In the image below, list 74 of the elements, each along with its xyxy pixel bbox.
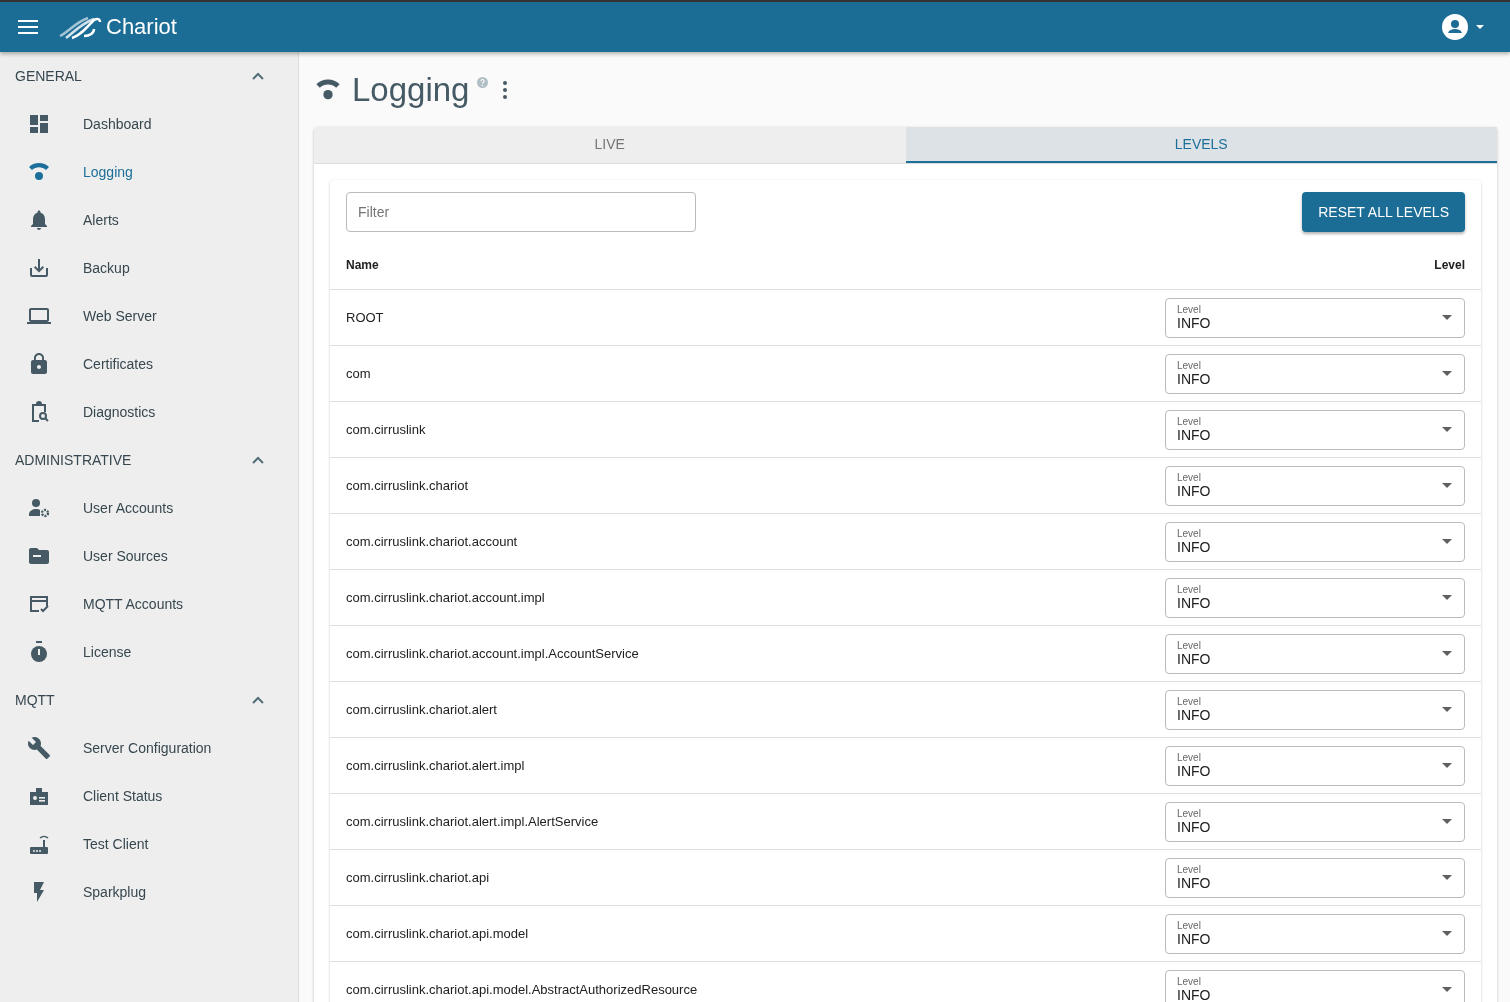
user-gear-icon	[27, 496, 51, 520]
logger-name: com.cirruslink.chariot.api.model.AbstractAuthorizedResource	[346, 982, 698, 997]
dropdown-arrow-icon	[1442, 987, 1452, 992]
logger-name: com	[346, 366, 371, 381]
logger-name: com.cirruslink.chariot.alert	[346, 702, 497, 717]
level-select[interactable]: Level INFO	[1165, 409, 1465, 450]
dropdown-arrow-icon	[1442, 595, 1452, 600]
page-title: Logging	[352, 70, 470, 109]
sidebar-item[interactable]: Certificates	[0, 340, 298, 388]
level-select[interactable]: Level INFO	[1165, 969, 1465, 1002]
sidebar-item[interactable]: Backup	[0, 244, 298, 292]
dropdown-arrow-icon	[1442, 483, 1452, 488]
logger-name: com.cirruslink.chariot.account.impl.AccountService	[346, 646, 639, 661]
dropdown-arrow-icon	[1442, 763, 1452, 768]
sidebar-item[interactable]: Web Server	[0, 292, 298, 340]
tab[interactable]: LIVE	[314, 127, 906, 163]
dropdown-arrow-icon	[1442, 651, 1452, 656]
dropdown-arrow-icon	[1442, 931, 1452, 936]
sidebar-item[interactable]: Sparkplug	[0, 868, 298, 916]
dropdown-arrow-icon	[1442, 819, 1452, 824]
sidebar-item[interactable]: Logging	[0, 148, 298, 196]
logger-name: com.cirruslink.chariot.api.model	[346, 926, 529, 941]
logger-name: com.cirruslink.chariot.account	[346, 534, 518, 549]
logger-name: com.cirruslink.chariot.alert.impl.AlertService	[346, 814, 599, 829]
logger-name: ROOT	[346, 310, 384, 325]
caret-icon	[1476, 24, 1484, 30]
swoosh-logo-icon	[58, 14, 102, 40]
dropdown-arrow-icon	[1442, 875, 1452, 880]
reset-all-levels-button[interactable]: RESET ALL LEVELS	[1302, 192, 1465, 232]
sidebar-item[interactable]: User Sources	[0, 532, 298, 580]
level-select[interactable]: Level INFO	[1165, 297, 1465, 338]
sidebar-item[interactable]: Alerts	[0, 196, 298, 244]
sidebar-item[interactable]: Client Status	[0, 772, 298, 820]
level-select[interactable]: Level INFO	[1165, 521, 1465, 562]
wrench-icon	[27, 736, 51, 760]
download-icon	[27, 256, 51, 280]
level-select[interactable]: Level INFO	[1165, 857, 1465, 898]
section-header[interactable]: MQTT	[0, 676, 298, 724]
logger-name: com.cirruslink	[346, 422, 426, 437]
chevron-icon	[252, 456, 264, 464]
level-select[interactable]: Level INFO	[1165, 745, 1465, 786]
sidebar-item[interactable]: Test Client	[0, 820, 298, 868]
logger-name: com.cirruslink.chariot.api	[346, 870, 490, 885]
logger-name: com.cirruslink.chariot.alert.impl	[346, 758, 525, 773]
sidebar-item[interactable]: Dashboard	[0, 100, 298, 148]
level-select[interactable]: Level INFO	[1165, 689, 1465, 730]
column-header: Name	[346, 258, 379, 272]
tab[interactable]: LEVELS	[905, 127, 1497, 163]
sidebar-item[interactable]: User Accounts	[0, 484, 298, 532]
dashboard-icon	[27, 112, 51, 136]
level-select[interactable]: Level INFO	[1165, 913, 1465, 954]
level-select[interactable]: Level INFO	[1165, 465, 1465, 506]
logger-name: com.cirruslink.chariot.account.impl	[346, 590, 545, 605]
app-title: Chariot	[106, 14, 177, 40]
sidebar-item[interactable]: License	[0, 628, 298, 676]
dropdown-arrow-icon	[1442, 707, 1452, 712]
sidebar-item[interactable]: Server Configuration	[0, 724, 298, 772]
filter-field[interactable]: Filter	[346, 192, 696, 232]
dropdown-arrow-icon	[1442, 539, 1452, 544]
chevron-icon	[252, 72, 264, 80]
sidebar-item[interactable]: MQTT Accounts	[0, 580, 298, 628]
dropdown-arrow-icon	[1442, 427, 1452, 432]
logger-name: com.cirruslink.chariot	[346, 478, 469, 493]
level-select[interactable]: Level INFO	[1165, 633, 1465, 674]
column-header: Level	[1434, 258, 1465, 272]
section-header[interactable]: GENERAL	[0, 52, 298, 100]
dropdown-arrow-icon	[1442, 371, 1452, 376]
section-header[interactable]: ADMINISTRATIVE	[0, 436, 298, 484]
level-select[interactable]: Level INFO	[1165, 353, 1465, 394]
sidebar-item[interactable]: Diagnostics	[0, 388, 298, 436]
level-select[interactable]: Level INFO	[1165, 577, 1465, 618]
chevron-icon	[252, 696, 264, 704]
dropdown-arrow-icon	[1442, 315, 1452, 320]
level-select[interactable]: Level INFO	[1165, 801, 1465, 842]
